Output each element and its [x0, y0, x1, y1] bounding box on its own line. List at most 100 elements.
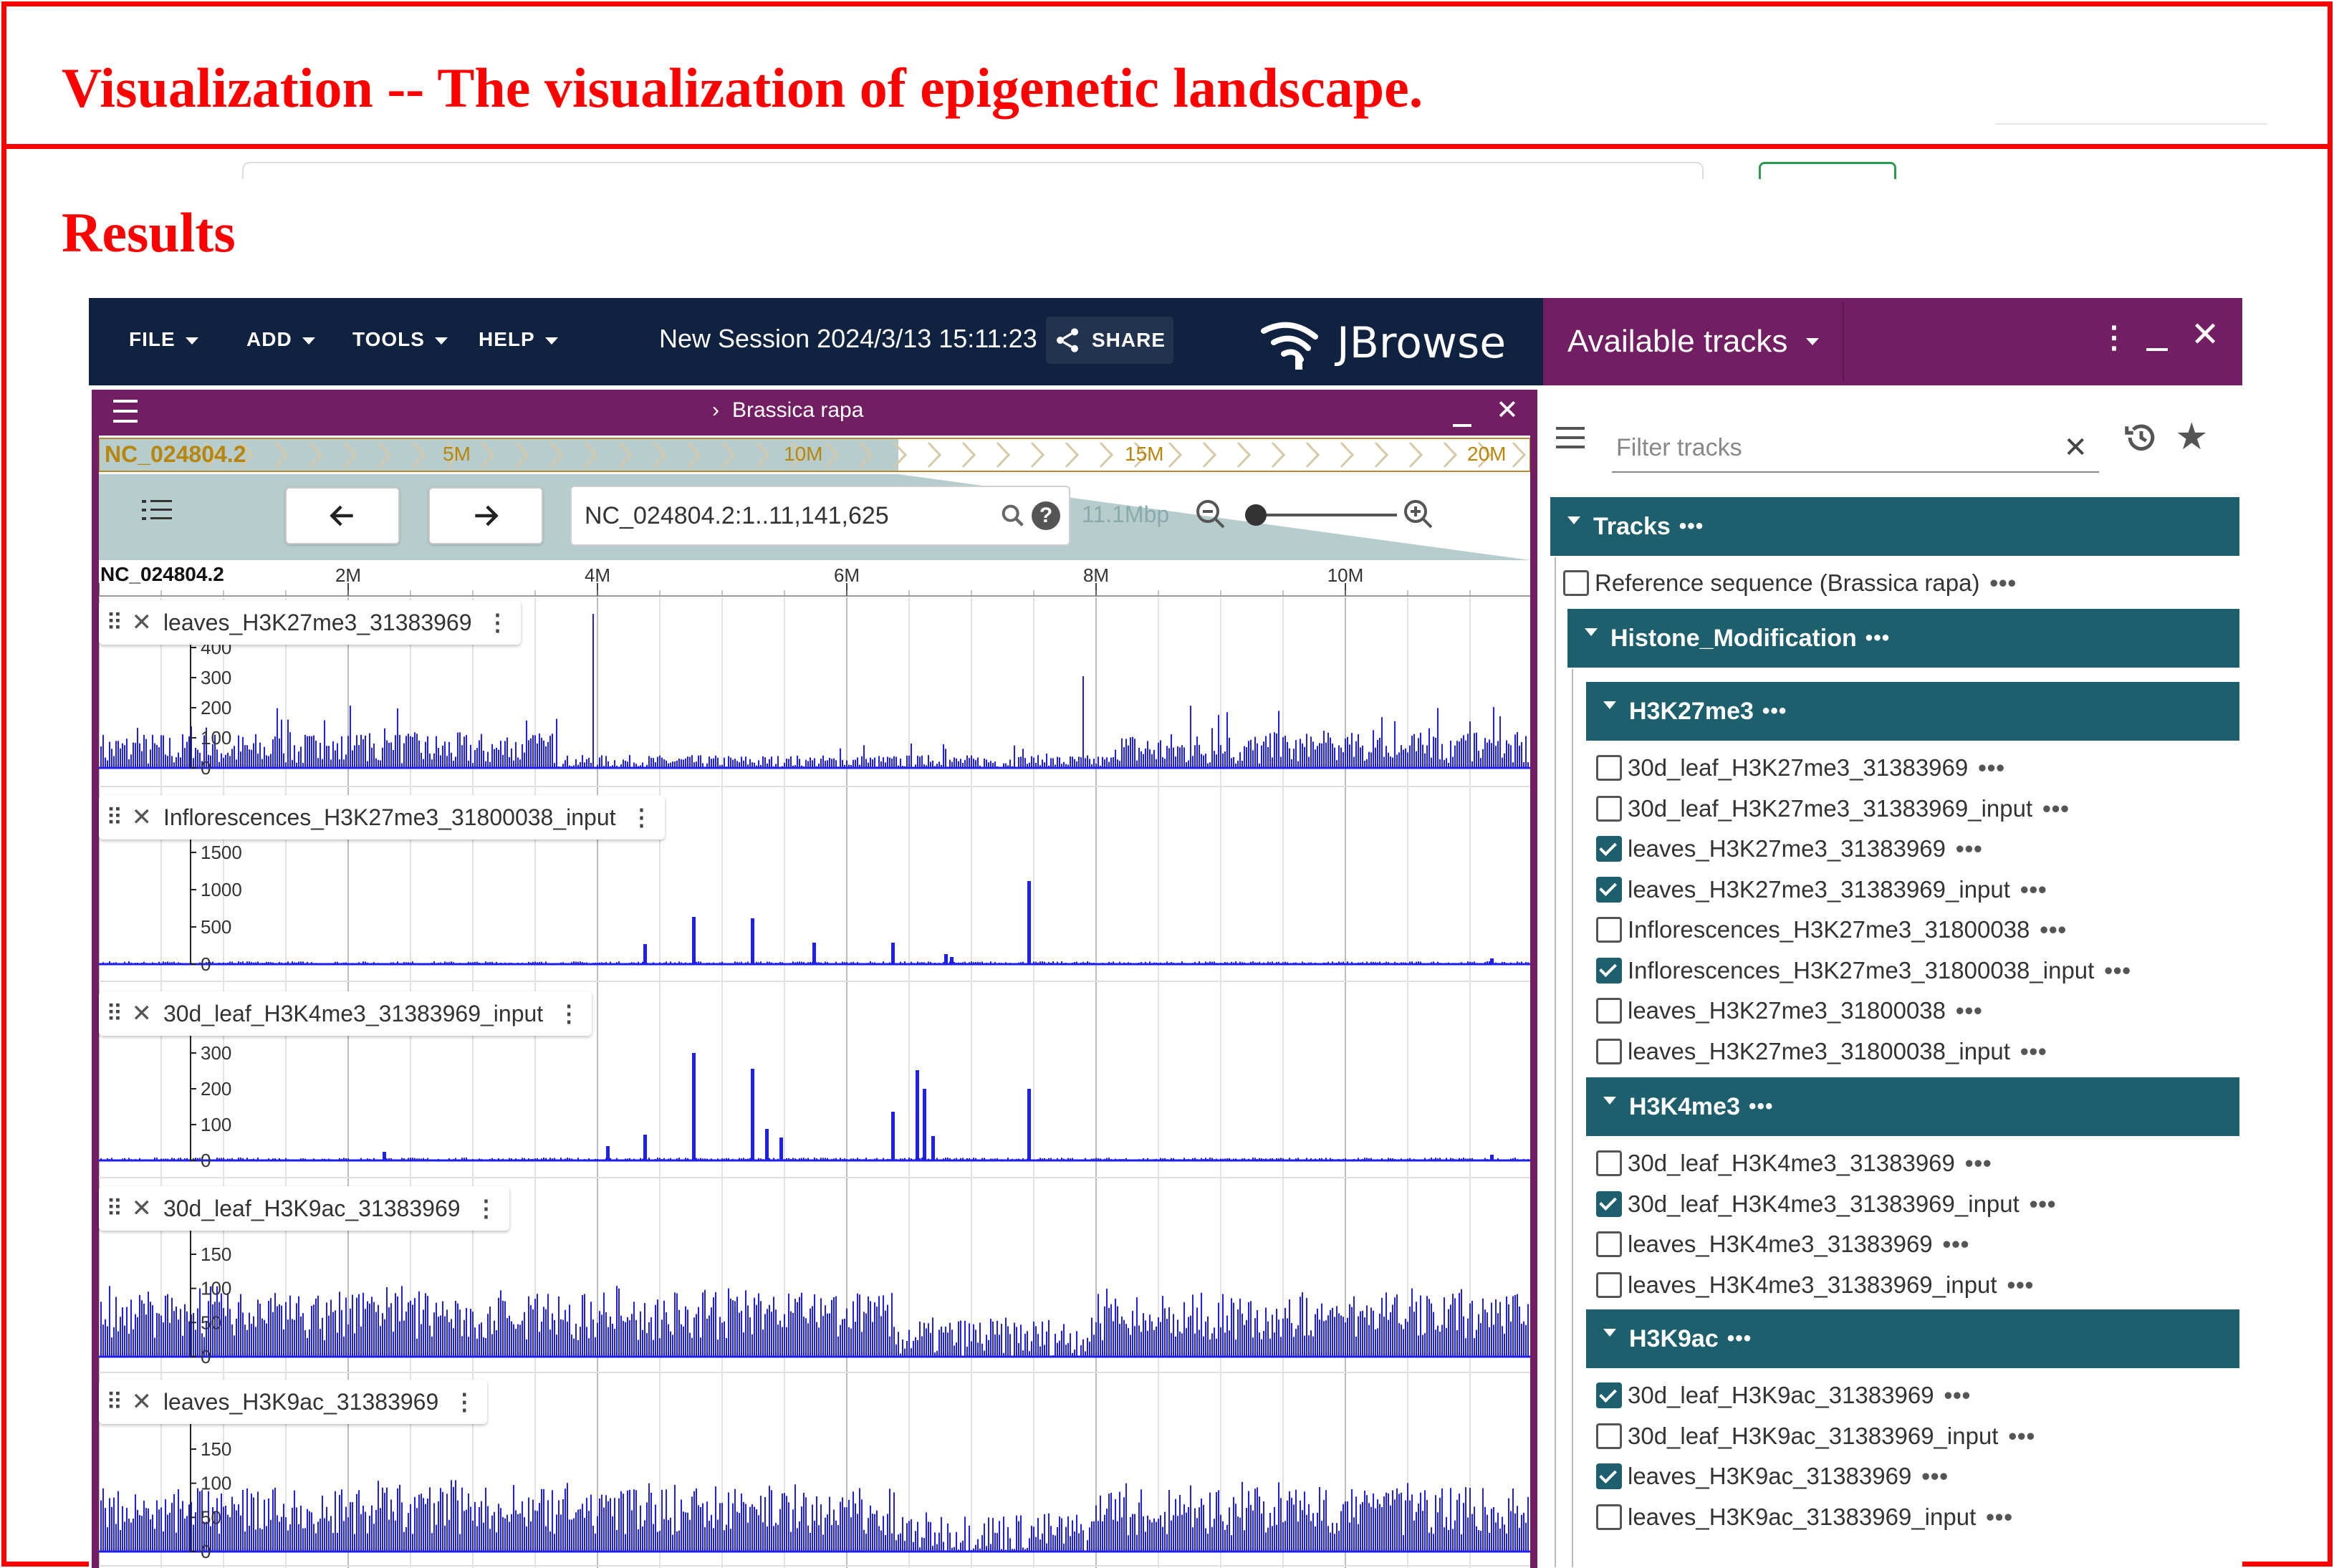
close-icon[interactable]: ✕: [2191, 315, 2219, 355]
group-menu-icon[interactable]: •••: [1749, 1095, 1774, 1119]
item-menu-icon[interactable]: •••: [1989, 569, 2017, 597]
selector-menu-button[interactable]: [1556, 427, 1585, 448]
checkbox[interactable]: [1596, 1231, 1622, 1257]
checkbox[interactable]: [1596, 957, 1622, 983]
history-icon[interactable]: [2122, 418, 2161, 457]
favorites-star-icon[interactable]: ★: [2175, 415, 2209, 458]
session-title[interactable]: New Session 2024/3/13 15:11:23: [659, 324, 1037, 354]
view-close-icon[interactable]: ✕: [1496, 394, 1519, 427]
track-menu-icon[interactable]: ⋮: [475, 1195, 498, 1222]
track-label[interactable]: ⠿ ✕ Inflorescences_H3K27me3_31800038_inpu…: [99, 795, 665, 840]
checkbox[interactable]: [1596, 998, 1622, 1024]
item-menu-icon[interactable]: •••: [2008, 1423, 2035, 1450]
scroll-left-button[interactable]: [285, 487, 400, 544]
checkbox[interactable]: [1596, 1423, 1622, 1449]
track-label[interactable]: ⠿ ✕ 30d_leaf_H3K9ac_31383969 ⋮: [99, 1186, 509, 1231]
item-menu-icon[interactable]: •••: [2104, 957, 2131, 984]
file-menu[interactable]: FILE: [129, 328, 198, 351]
minimize-icon[interactable]: [2146, 348, 2168, 351]
zoom-slider-thumb[interactable]: [1245, 504, 1267, 526]
drag-handle-icon[interactable]: ⠿: [106, 1195, 123, 1222]
close-icon[interactable]: ✕: [131, 1194, 152, 1223]
checkbox[interactable]: [1596, 876, 1622, 903]
checkbox[interactable]: [1596, 917, 1622, 943]
track-item[interactable]: leaves_H3K4me3_31383969_input •••: [1596, 1265, 2034, 1305]
clear-icon[interactable]: ✕: [2063, 431, 2088, 464]
checkbox[interactable]: [1596, 1382, 1622, 1408]
track-menu-icon[interactable]: ⋮: [557, 1000, 580, 1027]
close-icon[interactable]: ✕: [131, 1387, 152, 1416]
zoom-in-icon[interactable]: [1401, 497, 1436, 532]
help-icon[interactable]: ?: [1032, 501, 1060, 530]
item-menu-icon[interactable]: •••: [2042, 795, 2070, 822]
track-label[interactable]: ⠿ ✕ 30d_leaf_H3K4me3_31383969_input ⋮: [99, 991, 592, 1036]
track-item[interactable]: 30d_leaf_H3K9ac_31383969_input •••: [1596, 1416, 2035, 1456]
track-item[interactable]: leaves_H3K27me3_31800038 •••: [1596, 991, 1983, 1031]
checkbox[interactable]: [1563, 570, 1589, 596]
help-menu[interactable]: HELP: [479, 328, 558, 351]
item-menu-icon[interactable]: •••: [1921, 1463, 1949, 1490]
view-minimize-icon[interactable]: [1453, 424, 1471, 427]
track-item[interactable]: 30d_leaf_H3K4me3_31383969_input •••: [1596, 1184, 2056, 1224]
item-menu-icon[interactable]: •••: [1956, 997, 1983, 1024]
selector-menu-icon[interactable]: ⋮: [2099, 322, 2129, 352]
checkbox[interactable]: [1596, 1038, 1622, 1064]
zoom-out-icon[interactable]: [1194, 497, 1228, 532]
track-label[interactable]: ⠿ ✕ leaves_H3K9ac_31383969 ⋮: [99, 1380, 488, 1424]
item-menu-icon[interactable]: •••: [1943, 1231, 1970, 1258]
tools-menu[interactable]: TOOLS: [352, 328, 448, 351]
checkbox[interactable]: [1596, 1191, 1622, 1217]
close-icon[interactable]: ✕: [131, 803, 152, 832]
tracks-category-header[interactable]: Tracks •••: [1550, 497, 2239, 556]
view-menu-icon[interactable]: [113, 400, 138, 423]
drag-handle-icon[interactable]: ⠿: [106, 609, 123, 636]
location-input[interactable]: NC_024804.2:1..11,141,625 ?: [570, 486, 1070, 546]
group-header-h3k9ac[interactable]: H3K9ac •••: [1586, 1309, 2239, 1368]
item-menu-icon[interactable]: •••: [1986, 1504, 2013, 1531]
group-menu-icon[interactable]: •••: [1727, 1327, 1752, 1351]
item-menu-icon[interactable]: •••: [2007, 1271, 2035, 1299]
checkbox[interactable]: [1596, 1150, 1622, 1176]
zoom-slider[interactable]: [1245, 514, 1397, 516]
track-item[interactable]: leaves_H3K27me3_31383969 •••: [1596, 829, 1983, 869]
checkbox[interactable]: [1596, 1463, 1622, 1489]
scroll-right-button[interactable]: [428, 487, 543, 544]
category-menu-icon[interactable]: •••: [1865, 626, 1891, 650]
item-menu-icon[interactable]: •••: [2020, 876, 2047, 903]
view-title[interactable]: › Brassica rapa: [712, 398, 863, 423]
group-header-h3k4me3[interactable]: H3K4me3 •••: [1586, 1077, 2239, 1136]
item-menu-icon[interactable]: •••: [2020, 1038, 2047, 1065]
track-item[interactable]: leaves_H3K9ac_31383969 •••: [1596, 1456, 1949, 1496]
filter-tracks-input[interactable]: Filter tracks ✕: [1612, 415, 2099, 473]
close-icon[interactable]: ✕: [131, 608, 152, 637]
item-menu-icon[interactable]: •••: [1956, 835, 1983, 862]
track-item[interactable]: leaves_H3K27me3_31800038_input •••: [1596, 1031, 2047, 1072]
track-menu-icon[interactable]: ⋮: [486, 609, 509, 636]
item-menu-icon[interactable]: •••: [2030, 1191, 2057, 1218]
checkbox[interactable]: [1596, 1504, 1622, 1530]
drag-handle-icon[interactable]: ⠿: [106, 1388, 123, 1415]
search-icon[interactable]: [999, 501, 1027, 530]
drag-handle-icon[interactable]: ⠿: [106, 1000, 123, 1027]
track-item[interactable]: leaves_H3K4me3_31383969 •••: [1596, 1224, 1969, 1264]
item-menu-icon[interactable]: •••: [1978, 754, 2005, 781]
checkbox[interactable]: [1596, 795, 1622, 822]
add-menu[interactable]: ADD: [246, 328, 315, 351]
track-item[interactable]: 30d_leaf_H3K9ac_31383969 •••: [1596, 1375, 1971, 1415]
selector-tab[interactable]: Available tracks: [1543, 302, 1844, 381]
group-menu-icon[interactable]: •••: [1762, 699, 1787, 723]
share-button[interactable]: SHARE: [1046, 317, 1173, 364]
checkbox[interactable]: [1596, 836, 1622, 862]
track-item[interactable]: 30d_leaf_H3K27me3_31383969_input •••: [1596, 789, 2070, 829]
group-header-h3k27me3[interactable]: H3K27me3 •••: [1586, 682, 2239, 741]
item-menu-icon[interactable]: •••: [1944, 1382, 1972, 1409]
track-list-icon[interactable]: [142, 497, 172, 526]
close-icon[interactable]: ✕: [131, 999, 152, 1028]
item-menu-icon[interactable]: •••: [1965, 1150, 1992, 1177]
track-item[interactable]: 30d_leaf_H3K4me3_31383969 •••: [1596, 1143, 1992, 1183]
track-item[interactable]: Inflorescences_H3K27me3_31800038_input ••…: [1596, 951, 2131, 991]
checkbox[interactable]: [1596, 1271, 1622, 1298]
track-item[interactable]: Inflorescences_H3K27me3_31800038 •••: [1596, 910, 2067, 950]
reference-sequence-item[interactable]: Reference sequence (Brassica rapa) •••: [1563, 563, 2017, 603]
track-menu-icon[interactable]: ⋮: [630, 804, 653, 831]
